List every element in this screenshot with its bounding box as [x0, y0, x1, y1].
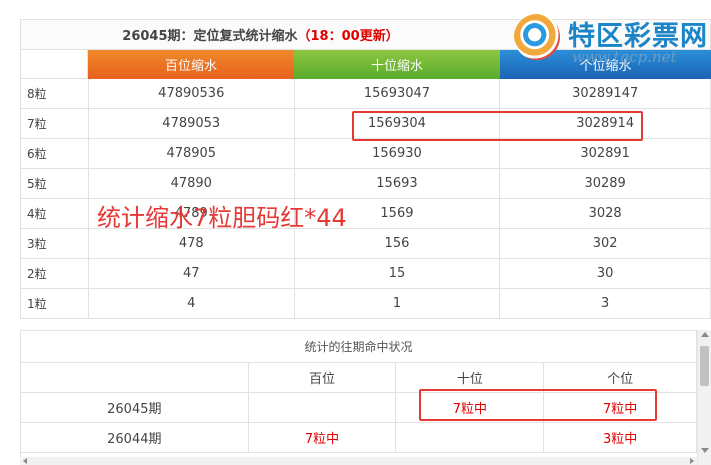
- scroll-down-icon[interactable]: [701, 448, 709, 453]
- ge-value: 302: [500, 229, 711, 259]
- bai-value: 478905: [88, 139, 295, 169]
- ge-value: 302891: [500, 139, 711, 169]
- ge-value: 3028: [500, 199, 711, 229]
- ge-value: 30289: [500, 169, 711, 199]
- bai-value: 47890536: [88, 79, 295, 109]
- table-row: 3粒 478 156 302: [21, 229, 711, 259]
- row-label: 7粒: [21, 109, 89, 139]
- row-label: 2粒: [21, 259, 89, 289]
- vertical-scrollbar[interactable]: [697, 330, 711, 465]
- history-bai: 7粒中: [248, 423, 397, 453]
- logo-url: www.tqcp.net: [572, 48, 677, 66]
- shi-value: 15: [294, 259, 501, 289]
- history-row: 26044期 7粒中 3粒中: [21, 423, 697, 453]
- history-ge: 3粒中: [544, 423, 697, 453]
- bai-value: 47890: [88, 169, 295, 199]
- row-label: 4粒: [21, 199, 89, 229]
- row-label: 3粒: [21, 229, 89, 259]
- history-period: 26044期: [21, 423, 249, 453]
- highlight-box-history: [419, 389, 657, 421]
- update-time: （18：00更新）: [297, 29, 399, 44]
- table-row: 5粒 47890 15693 30289: [21, 169, 711, 199]
- history-shi: [396, 423, 545, 453]
- history-header-bai: 百位: [248, 363, 397, 393]
- row-label: 5粒: [21, 169, 89, 199]
- table-row: 6粒 478905 156930 302891: [21, 139, 711, 169]
- shi-value: 1: [294, 289, 501, 319]
- ge-value: 30289147: [500, 79, 711, 109]
- shi-value: 15693: [294, 169, 501, 199]
- scroll-thumb[interactable]: [700, 346, 709, 386]
- row-label: 8粒: [21, 79, 89, 109]
- scroll-right-icon[interactable]: [690, 458, 694, 464]
- horizontal-scrollbar[interactable]: [20, 457, 697, 465]
- scroll-left-icon[interactable]: [23, 458, 27, 464]
- header-bai: 百位缩水: [88, 50, 294, 79]
- site-logo[interactable]: 特区彩票网 www.tqcp.net: [510, 10, 710, 70]
- ge-value: 3: [500, 289, 711, 319]
- history-header-blank: [21, 363, 249, 393]
- logo-emblem-icon: [514, 14, 560, 60]
- scroll-up-icon[interactable]: [701, 332, 709, 337]
- table-row: 8粒 47890536 15693047 30289147: [21, 79, 711, 109]
- bai-value: 478: [88, 229, 295, 259]
- header-shi: 十位缩水: [294, 50, 500, 79]
- highlight-box-7-row: [352, 111, 643, 141]
- history-period: 26045期: [21, 393, 249, 423]
- history-title: 统计的往期命中状况: [21, 331, 697, 363]
- bai-value: 47: [88, 259, 295, 289]
- table-row: 1粒 4 1 3: [21, 289, 711, 319]
- shi-value: 156: [294, 229, 501, 259]
- row-label: 6粒: [21, 139, 89, 169]
- bai-value: 4789053: [88, 109, 295, 139]
- shi-value: 156930: [294, 139, 501, 169]
- table-title-main: 26045期：定位复式统计缩水: [122, 29, 298, 44]
- bai-value: 4: [88, 289, 295, 319]
- row-label: 1粒: [21, 289, 89, 319]
- ge-value: 30: [500, 259, 711, 289]
- table-row: 2粒 47 15 30: [21, 259, 711, 289]
- corner-cell: [21, 50, 88, 79]
- annotation-text: 统计缩水7粒胆码红*44: [97, 204, 347, 232]
- shi-value: 15693047: [294, 79, 501, 109]
- history-bai: [248, 393, 397, 423]
